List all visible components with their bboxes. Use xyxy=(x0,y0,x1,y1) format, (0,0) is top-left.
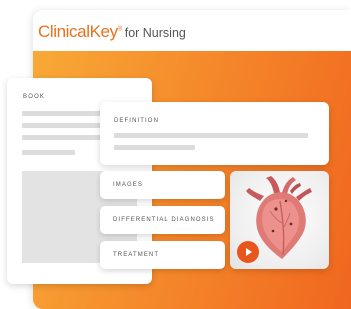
topic-differential-diagnosis[interactable]: DIFFERENTIAL DIAGNOSIS xyxy=(100,206,225,234)
topic-images[interactable]: IMAGES xyxy=(100,171,225,199)
topic-label: DIFFERENTIAL DIAGNOSIS xyxy=(113,217,215,223)
text-placeholder-line xyxy=(114,145,195,150)
topic-label: IMAGES xyxy=(113,182,143,188)
topic-treatment[interactable]: TREATMENT xyxy=(100,241,225,269)
topic-label: TREATMENT xyxy=(113,252,160,258)
heart-video-card[interactable] xyxy=(230,171,329,269)
logo-subtitle: for Nursing xyxy=(124,26,186,40)
app-header: ClinicalKey® for Nursing xyxy=(33,10,351,51)
book-label: BOOK xyxy=(23,94,46,100)
text-placeholder-line xyxy=(114,133,308,138)
logo-brand: ClinicalKey® xyxy=(38,22,122,41)
text-placeholder-line xyxy=(22,150,75,155)
definition-label: DEFINITION xyxy=(114,118,159,124)
definition-card[interactable]: DEFINITION xyxy=(100,102,329,165)
clinicalkey-logo[interactable]: ClinicalKey® for Nursing xyxy=(38,22,186,42)
play-icon[interactable] xyxy=(237,241,259,263)
